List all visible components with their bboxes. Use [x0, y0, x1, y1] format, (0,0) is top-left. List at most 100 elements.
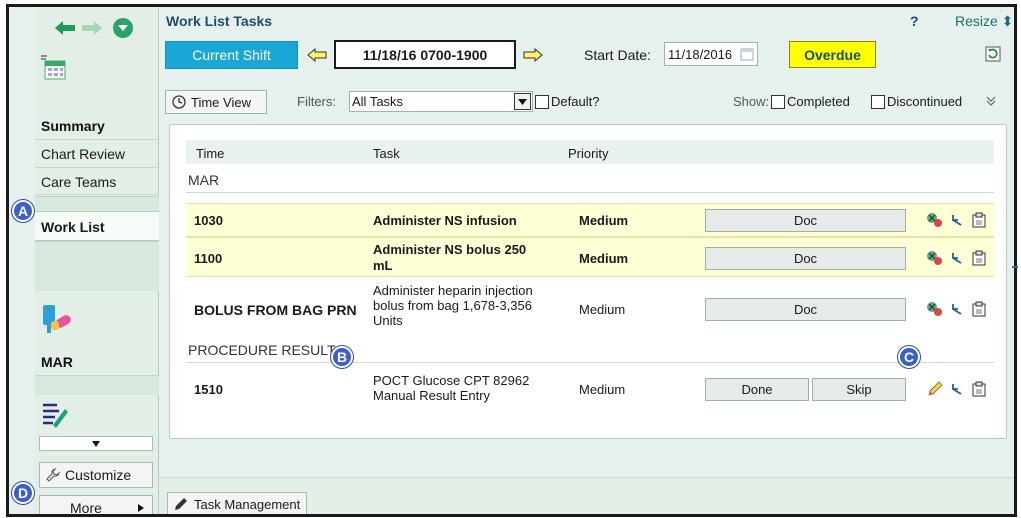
- clock-icon: [172, 95, 186, 109]
- undo-arrow-icon[interactable]: [948, 249, 966, 267]
- callout-b: B: [331, 346, 353, 368]
- calendar-icon[interactable]: [740, 47, 754, 61]
- section-procedure-result: PROCEDURE RESULT: [186, 342, 994, 363]
- col-header-priority: Priority: [568, 146, 609, 161]
- show-label: Show:: [733, 94, 770, 109]
- customize-label: Customize: [65, 467, 132, 483]
- table-row[interactable]: BOLUS FROM BAG PRN Administer heparin in…: [186, 281, 994, 339]
- row-task: Administer heparin injection bolus from …: [373, 283, 533, 328]
- discontinued-checkbox-box[interactable]: [871, 94, 885, 109]
- sidebar-item-mar[interactable]: MAR: [35, 354, 73, 370]
- current-shift-button[interactable]: Current Shift: [165, 41, 298, 69]
- filter-value: All Tasks: [352, 94, 404, 109]
- default-checkbox[interactable]: Default?: [535, 94, 599, 109]
- default-label: Default?: [551, 94, 600, 109]
- time-view-button[interactable]: Time View: [165, 90, 267, 114]
- task-management-button[interactable]: Task Management: [167, 492, 308, 514]
- callout-c: C: [898, 346, 920, 368]
- sidebar-spacer: [35, 375, 159, 395]
- sidebar-item-summary[interactable]: Summary: [35, 118, 105, 134]
- sidebar-item-care-teams[interactable]: Care Teams: [35, 167, 159, 195]
- pencil-icon: [175, 498, 187, 510]
- row-task: POCT Glucose CPT 82962 Manual Result Ent…: [373, 373, 530, 403]
- undo-arrow-icon[interactable]: [948, 380, 966, 398]
- tasks-panel: Time Task Priority MAR 1030 Administer N…: [169, 124, 1007, 439]
- medication-swap-icon[interactable]: [926, 300, 944, 318]
- bottom-bar: Task Management: [159, 477, 1014, 514]
- sidebar-item-work-list[interactable]: Work List: [35, 211, 159, 241]
- sidebar-item-chart-review[interactable]: Chart Review: [35, 139, 159, 167]
- more-button[interactable]: More: [39, 495, 153, 514]
- default-checkbox-box[interactable]: [535, 94, 549, 109]
- expand-chevron-icon[interactable]: [986, 96, 996, 109]
- row-priority: Medium: [579, 251, 629, 266]
- prev-shift-arrow-icon[interactable]: [305, 45, 329, 65]
- resize-link[interactable]: Resize ⬍: [955, 13, 1013, 30]
- sidebar-collapse-toggle[interactable]: [39, 436, 153, 451]
- start-date-label: Start Date:: [584, 47, 651, 63]
- clipboard-icon[interactable]: [970, 380, 988, 398]
- chevron-down-icon[interactable]: [514, 93, 531, 110]
- row-task: Administer NS bolus 250 mL: [373, 242, 527, 273]
- discontinued-checkbox[interactable]: Discontinued: [871, 94, 962, 109]
- clipboard-icon[interactable]: [970, 249, 988, 267]
- sidebar: Summary Chart Review Care Teams Work Lis…: [35, 7, 159, 514]
- next-shift-arrow-icon[interactable]: [521, 45, 545, 65]
- edge-marker: [1012, 266, 1018, 268]
- row-actions: [926, 380, 988, 398]
- forward-arrow-icon[interactable]: [80, 18, 104, 38]
- back-arrow-icon[interactable]: [53, 18, 77, 38]
- medication-swap-icon[interactable]: [926, 249, 944, 267]
- task-management-label: Task Management: [194, 496, 301, 512]
- col-header-task: Task: [373, 146, 400, 161]
- row-priority: Medium: [579, 213, 629, 228]
- summary-calendar-icon: [39, 53, 159, 86]
- sidebar-spacer: [35, 196, 159, 212]
- doc-button[interactable]: Doc: [705, 209, 906, 232]
- done-button[interactable]: Done: [705, 378, 809, 401]
- row-task: Administer NS infusion: [373, 213, 517, 228]
- clipboard-icon[interactable]: [970, 300, 988, 318]
- time-view-label: Time View: [191, 94, 251, 110]
- pencil-icon[interactable]: [926, 380, 944, 398]
- summary-tile[interactable]: [35, 53, 159, 86]
- completed-label: Completed: [787, 94, 850, 109]
- completed-checkbox[interactable]: Completed: [771, 94, 850, 109]
- refresh-icon[interactable]: [985, 46, 1001, 62]
- col-header-time: Time: [196, 146, 225, 161]
- row-priority: Medium: [579, 382, 626, 397]
- row-time: 1030: [194, 213, 223, 228]
- table-row[interactable]: 1510 POCT Glucose CPT 82962 Manual Resul…: [186, 369, 994, 409]
- start-date-field[interactable]: 11/18/2016: [664, 42, 758, 66]
- callout-a: A: [12, 200, 34, 222]
- notes-edit-icon[interactable]: [41, 401, 71, 432]
- medication-swap-icon[interactable]: [926, 211, 944, 229]
- clipboard-icon[interactable]: [970, 211, 988, 229]
- undo-arrow-icon[interactable]: [948, 211, 966, 229]
- row-actions: [926, 300, 988, 318]
- undo-arrow-icon[interactable]: [948, 300, 966, 318]
- chevron-right-icon: [138, 504, 144, 512]
- customize-button[interactable]: Customize: [39, 462, 153, 488]
- start-date-value: 11/18/2016: [668, 46, 733, 62]
- sidebar-spacer: [35, 241, 159, 291]
- callout-d: D: [12, 482, 34, 504]
- doc-button[interactable]: Doc: [705, 298, 906, 321]
- nav-bar: [35, 7, 158, 49]
- skip-button[interactable]: Skip: [812, 378, 906, 401]
- section-mar: MAR: [186, 172, 994, 193]
- help-link[interactable]: ?: [910, 13, 919, 29]
- overdue-button[interactable]: Overdue: [789, 41, 876, 68]
- completed-checkbox-box[interactable]: [771, 94, 785, 109]
- row-time: 1100: [194, 251, 223, 266]
- nav-dropdown-icon[interactable]: [113, 18, 133, 38]
- doc-button[interactable]: Doc: [705, 247, 906, 270]
- main-content: Work List Tasks ? Resize ⬍ Current Shift…: [159, 7, 1014, 514]
- shift-range-display[interactable]: 11/18/16 0700-1900: [334, 40, 516, 69]
- table-row[interactable]: 1100 Administer NS bolus 250 mL Medium D…: [186, 237, 994, 277]
- page-title: Work List Tasks: [166, 13, 273, 29]
- filter-select[interactable]: All Tasks: [349, 91, 533, 112]
- filters-label: Filters:: [297, 94, 336, 109]
- mar-iv-bag-icon: [39, 303, 73, 340]
- table-row[interactable]: 1030 Administer NS infusion Medium Doc: [186, 203, 994, 237]
